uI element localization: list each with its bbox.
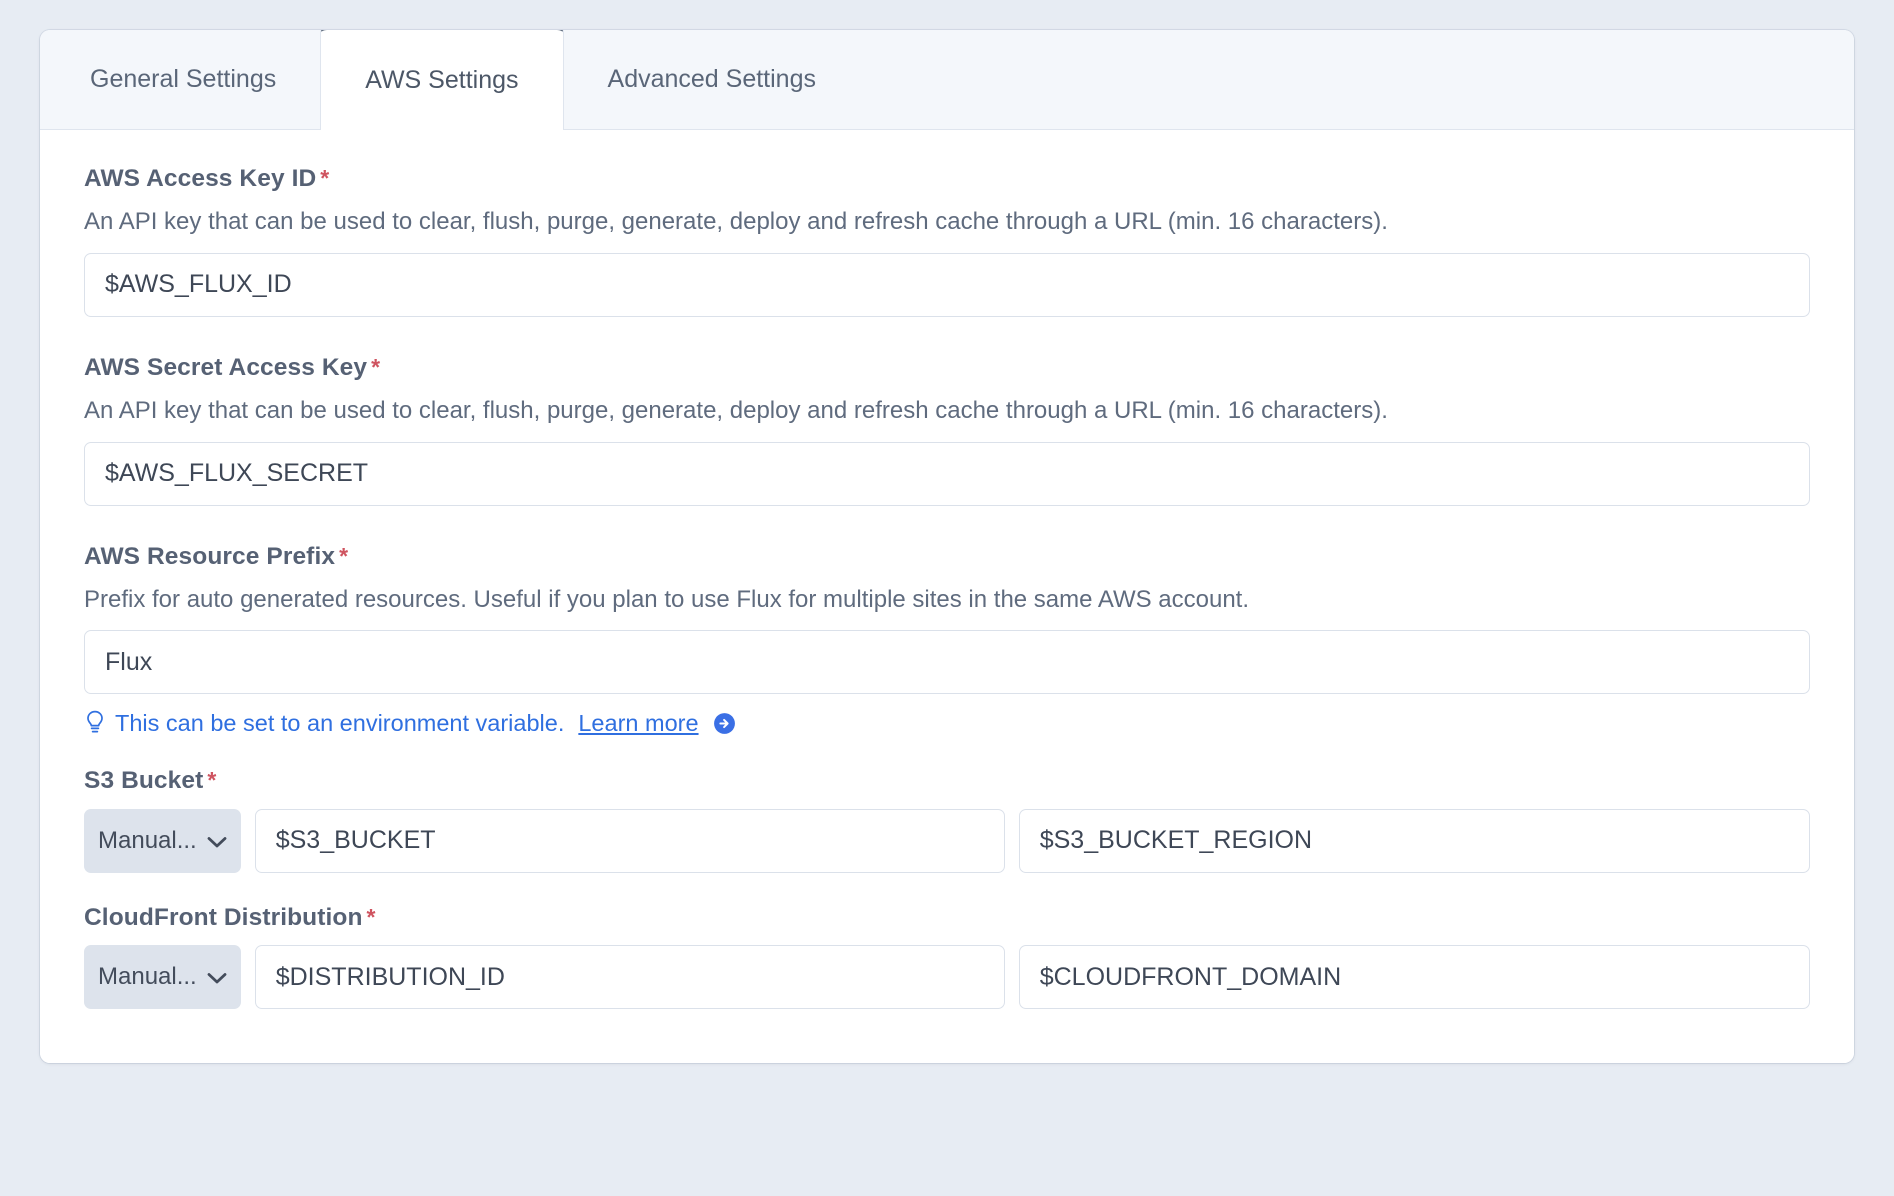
required-asterisk: * [339, 543, 348, 569]
learn-more-link[interactable]: Learn more [578, 712, 698, 736]
spacer [84, 506, 1810, 542]
required-asterisk: * [320, 165, 329, 191]
tab-advanced-settings[interactable]: Advanced Settings [564, 30, 860, 129]
field-cloudfront-distribution: CloudFront Distribution* Manual... [84, 903, 1810, 1009]
label-text: CloudFront Distribution [84, 904, 363, 931]
chevron-down-icon [207, 972, 227, 985]
hint-text: This can be set to an environment variab… [115, 712, 564, 736]
lightbulb-icon [84, 710, 106, 736]
label-cloudfront-distribution: CloudFront Distribution* [84, 903, 1810, 932]
description-aws-resource-prefix: Prefix for auto generated resources. Use… [84, 584, 1810, 616]
required-asterisk: * [367, 904, 376, 930]
field-aws-secret-access-key: AWS Secret Access Key* An API key that c… [84, 353, 1810, 506]
settings-card: General Settings AWS Settings Advanced S… [40, 30, 1854, 1063]
tab-general-settings[interactable]: General Settings [44, 30, 320, 129]
label-text: AWS Resource Prefix [84, 543, 335, 570]
field-aws-resource-prefix: AWS Resource Prefix* Prefix for auto gen… [84, 542, 1810, 737]
cloudfront-mode-value: Manual... [98, 963, 197, 991]
s3-bucket-mode-select[interactable]: Manual... [84, 809, 241, 873]
label-text: AWS Access Key ID [84, 165, 316, 192]
description-aws-access-key-id: An API key that can be used to clear, fl… [84, 206, 1810, 238]
label-text: AWS Secret Access Key [84, 354, 367, 381]
aws-settings-panel: AWS Access Key ID* An API key that can b… [40, 130, 1854, 1063]
required-asterisk: * [371, 354, 380, 380]
label-text: S3 Bucket [84, 767, 203, 794]
label-aws-resource-prefix: AWS Resource Prefix* [84, 542, 1810, 571]
field-s3-bucket: S3 Bucket* Manual... [84, 766, 1810, 872]
cloudfront-mode-select[interactable]: Manual... [84, 945, 241, 1009]
input-s3-bucket-name[interactable] [255, 809, 1005, 873]
input-aws-resource-prefix[interactable] [84, 630, 1810, 694]
label-aws-access-key-id: AWS Access Key ID* [84, 164, 1810, 193]
label-s3-bucket: S3 Bucket* [84, 766, 1810, 795]
input-aws-secret-access-key[interactable] [84, 442, 1810, 506]
s3-bucket-mode-value: Manual... [98, 827, 197, 855]
tab-aws-settings[interactable]: AWS Settings [320, 30, 563, 130]
page-background: General Settings AWS Settings Advanced S… [0, 0, 1894, 1196]
environment-variable-hint: This can be set to an environment variab… [84, 711, 1810, 736]
settings-tab-bar: General Settings AWS Settings Advanced S… [40, 30, 1854, 130]
field-aws-access-key-id: AWS Access Key ID* An API key that can b… [84, 164, 1810, 317]
input-aws-access-key-id[interactable] [84, 253, 1810, 317]
cloudfront-row: Manual... [84, 945, 1810, 1009]
input-cloudfront-distribution-id[interactable] [255, 945, 1005, 1009]
chevron-down-icon [207, 836, 227, 849]
arrow-circle-right-icon[interactable] [712, 711, 737, 736]
label-aws-secret-access-key: AWS Secret Access Key* [84, 353, 1810, 382]
spacer [84, 317, 1810, 353]
spacer [84, 736, 1810, 766]
input-cloudfront-domain[interactable] [1019, 945, 1810, 1009]
required-asterisk: * [207, 767, 216, 793]
s3-bucket-row: Manual... [84, 809, 1810, 873]
input-s3-bucket-region[interactable] [1019, 809, 1810, 873]
description-aws-secret-access-key: An API key that can be used to clear, fl… [84, 395, 1810, 427]
spacer [84, 873, 1810, 903]
